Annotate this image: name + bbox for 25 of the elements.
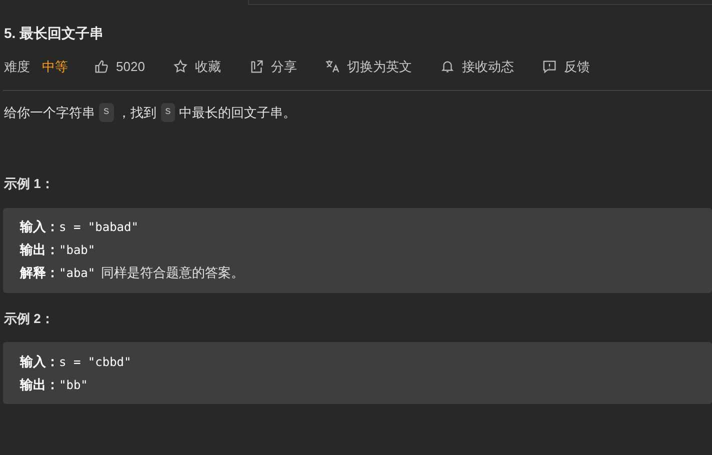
action-button[interactable]: 接收动态: [440, 57, 514, 76]
action-button[interactable]: 反馈: [542, 57, 590, 76]
example-line: 解释："aba" 同样是符合题意的答案。: [20, 264, 246, 282]
action-button[interactable]: 切换为英文: [324, 57, 412, 76]
feedback-icon: [542, 59, 557, 74]
bell-icon: [440, 59, 455, 74]
example-line: 输入：s = "babad": [20, 218, 140, 236]
action-button[interactable]: 分享: [248, 57, 297, 76]
thumbs-up-icon: [94, 59, 109, 74]
example-line: 输入：s = "cbbd": [20, 352, 132, 371]
problem-title: 5. 最长回文子串: [4, 24, 105, 43]
translate-icon: [324, 59, 340, 74]
difficulty-value: 中等: [42, 58, 68, 76]
share-icon: [248, 59, 264, 74]
inline-code: s: [160, 103, 176, 122]
example-heading: 示例 2：: [4, 310, 55, 328]
inline-code: s: [99, 103, 114, 122]
example-line: 输出："bb": [20, 376, 89, 394]
problem-description: 给你一个字符串 s ，找到 s 中最长的回文子串。: [4, 102, 298, 122]
star-icon: [172, 59, 188, 74]
example-line: 输出："bab": [20, 241, 96, 260]
like-button[interactable]: 5020: [94, 57, 145, 76]
action-button[interactable]: 收藏: [172, 57, 221, 76]
example-heading: 示例 1：: [4, 175, 55, 193]
difficulty-label: 难度: [4, 58, 30, 76]
